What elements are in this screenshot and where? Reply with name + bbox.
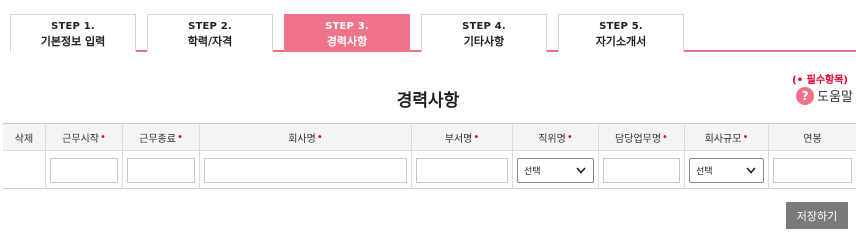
company-size-select-value: 선택 [696,166,713,177]
step-number: STEP 3. [325,20,369,32]
step-navigation: STEP 1. 기본정보 입력 STEP 2. 학력/자격 STEP 3. 경력… [10,14,856,52]
step-number: STEP 2. [188,20,232,32]
page-title: 경력사항 [396,91,460,111]
column-header-position: 직위명 • [512,124,598,150]
required-mark: • [566,131,573,143]
company-input[interactable] [204,157,407,183]
required-mark: • [316,131,323,143]
required-mark: • [176,131,183,143]
chevron-down-icon [575,165,587,175]
delete-cell [3,151,45,189]
step-label: 학력/자격 [187,34,233,48]
column-header-delete: 삭제 [14,133,34,145]
step-label: 기본정보 입력 [40,34,106,48]
step-label: 경력사항 [326,34,368,48]
required-fields-note: (• 필수항목) [792,75,848,86]
column-header-start-date: 근무시작 • [45,124,122,150]
step-number: STEP 5. [599,20,643,32]
position-select-value: 선택 [524,166,541,177]
required-mark: • [742,131,749,143]
column-header-company: 회사명 • [199,124,411,150]
table-header-row: 삭제 근무시작 • 근무종료 • 회사명 • 부서명 • 직위명 • 담당업무명 • 회사규… [3,124,856,151]
chevron-down-icon [745,165,757,175]
table-row: 선택 선택 [3,151,856,189]
start-date-cell [45,151,122,189]
end-date-input[interactable] [127,157,195,183]
career-table: 삭제 근무시작 • 근무종료 • 회사명 • 부서명 • 직위명 • 담당업무명 • 회사규… [3,123,856,189]
start-date-input[interactable] [50,157,118,183]
column-header-salary: 연봉 [768,124,856,150]
end-date-cell [122,151,199,189]
step-tab-1[interactable]: STEP 1. 기본정보 입력 [10,14,136,52]
company-cell [199,151,411,189]
required-mark: • [662,131,668,143]
save-button[interactable]: 저장하기 [786,202,848,229]
position-cell: 선택 [512,151,598,189]
department-input[interactable] [416,157,508,183]
help-icon: ? [796,86,815,105]
column-header-company-size: 회사규모 • [684,124,768,150]
step-tab-2[interactable]: STEP 2. 학력/자격 [147,14,273,52]
step-tab-5[interactable]: STEP 5. 자기소개서 [558,14,684,52]
required-mark: • [99,131,106,143]
step-tab-3[interactable]: STEP 3. 경력사항 [284,14,410,52]
step-label: 기타사항 [463,34,505,48]
duty-cell [598,151,684,189]
department-cell [411,151,512,189]
column-header-duty: 담당업무명 • [598,124,684,150]
duty-input[interactable] [603,157,680,183]
column-header-department: 부서명 • [411,124,512,150]
step-number: STEP 4. [462,20,506,32]
required-mark: • [473,131,480,143]
help-button[interactable]: ? 도움말 [796,86,853,105]
step-label: 자기소개서 [595,34,647,48]
column-header-end-date: 근무종료 • [122,124,199,150]
company-size-select[interactable]: 선택 [689,157,764,183]
company-size-cell: 선택 [684,151,768,189]
position-select[interactable]: 선택 [517,157,594,183]
step-number: STEP 1. [51,20,95,32]
help-label: 도움말 [817,90,853,105]
step-tab-4[interactable]: STEP 4. 기타사항 [421,14,547,52]
salary-input[interactable] [773,157,852,183]
salary-cell [768,151,856,189]
